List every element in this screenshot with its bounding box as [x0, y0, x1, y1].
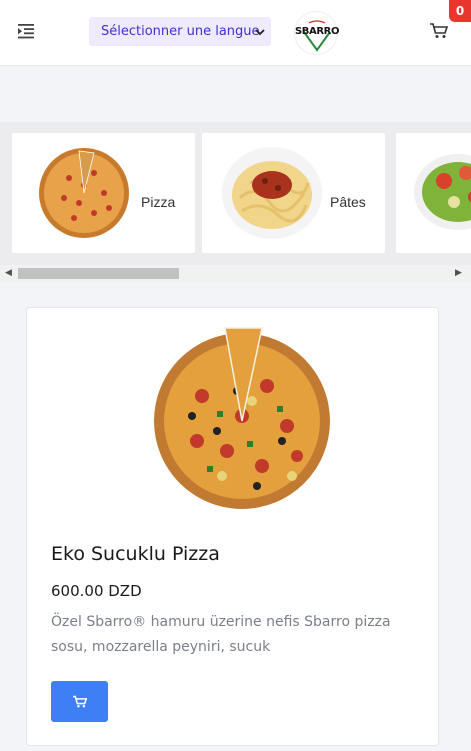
category-card-salade[interactable]	[396, 133, 471, 253]
chevron-down-icon	[255, 26, 265, 41]
scroll-left-icon[interactable]: ◀	[5, 269, 12, 278]
scroll-thumb[interactable]	[18, 268, 179, 279]
logo-text: SBARRO	[295, 26, 340, 37]
cart-count-badge: 0	[449, 0, 471, 22]
pasta-category-image	[222, 147, 322, 239]
add-to-cart-button[interactable]	[51, 681, 108, 722]
salad-category-image	[414, 154, 471, 230]
product-description: Özel Sbarro® hamuru üzerine nefis Sbarro…	[51, 614, 391, 655]
product-price: 600.00 DZD	[51, 582, 142, 600]
menu-toggle-icon[interactable]	[14, 20, 38, 42]
pizza-category-image	[39, 148, 129, 238]
category-card-pizza[interactable]: Pizza	[12, 133, 195, 253]
cart-icon	[72, 695, 87, 708]
category-scrollbar[interactable]: ◀ ▶	[0, 265, 471, 282]
category-label-pates: Pâtes	[330, 194, 366, 210]
scroll-right-icon[interactable]: ▶	[455, 269, 462, 278]
product-image	[154, 327, 330, 509]
cart-icon[interactable]	[429, 22, 449, 40]
product-name: Eko Sucuklu Pizza	[51, 543, 220, 565]
logo[interactable]: SBARRO	[294, 11, 340, 55]
language-select[interactable]: Sélectionner une langue	[89, 17, 271, 46]
category-viewport: Pizza Pâtes	[0, 122, 471, 265]
top-bar: Sélectionner une langue SBARRO 0	[0, 0, 471, 66]
product-card: Eko Sucuklu Pizza 600.00 DZD Özel Sbarro…	[26, 307, 439, 746]
category-label-pizza: Pizza	[141, 194, 176, 210]
category-card-pates[interactable]: Pâtes	[202, 133, 385, 253]
category-carousel: Pizza Pâtes ◀ ▶	[0, 122, 471, 282]
language-select-value: Sélectionner une langue	[101, 24, 260, 39]
